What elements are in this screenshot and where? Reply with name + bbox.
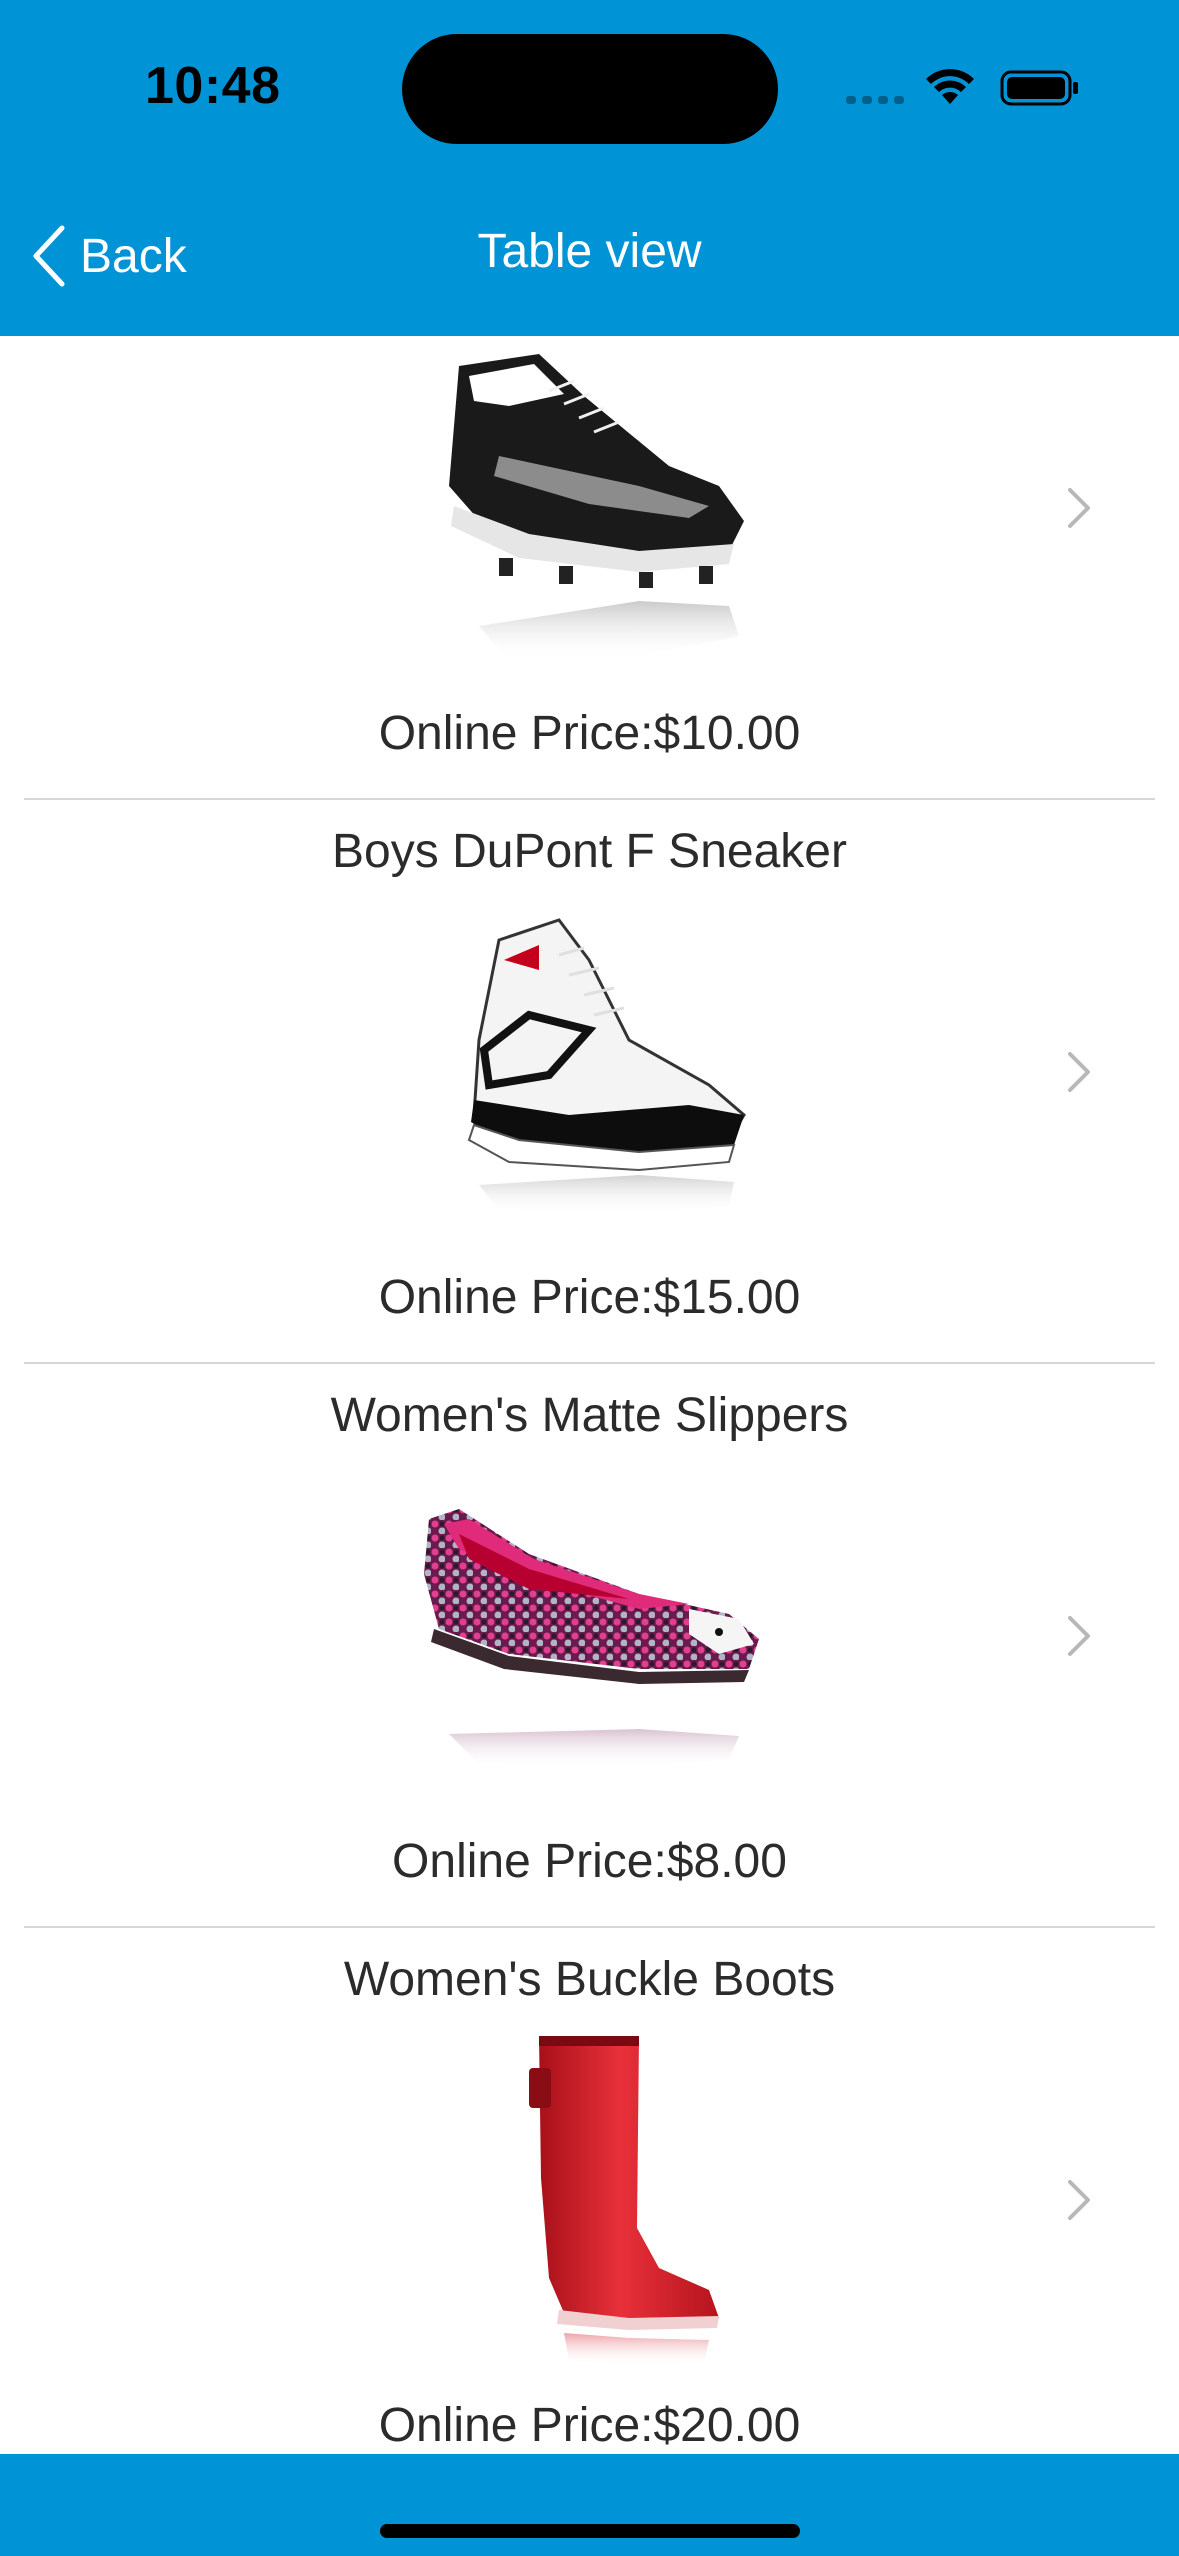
wifi-icon [926, 69, 974, 104]
product-table[interactable]: Online Price:$10.00 Boys DuPont F Sneake… [0, 336, 1179, 2454]
table-row[interactable]: Women's Matte Slippers Online Price:$8.0… [0, 1364, 1179, 1928]
dynamic-island [402, 34, 778, 144]
table-row[interactable]: Women's Buckle Boots Online Price:$20.00 [0, 1928, 1179, 2454]
product-price: Online Price:$10.00 [378, 707, 801, 760]
black-white-cleat-shoe-image [449, 354, 744, 661]
table-row[interactable]: Online Price:$10.00 [0, 336, 1179, 800]
product-price: Online Price:$15.00 [378, 1271, 801, 1324]
chevron-right-icon [1068, 488, 1090, 528]
home-indicator[interactable] [380, 2524, 800, 2538]
product-name: Women's Matte Slippers [330, 1389, 849, 1442]
bottom-bar [0, 2454, 1179, 2556]
chevron-right-icon [1068, 1616, 1090, 1656]
chevron-right-icon [1068, 1052, 1090, 1092]
white-black-high-top-sneaker-image [467, 918, 746, 1215]
product-name: Women's Buckle Boots [343, 1953, 836, 2006]
chevron-right-icon [1068, 2180, 1090, 2220]
product-name: Boys DuPont F Sneaker [332, 825, 847, 878]
navigation-bar: 10:48 Back Table view [0, 0, 1179, 336]
table-row[interactable]: Boys DuPont F Sneaker Online Price:$15.0 [0, 800, 1179, 1364]
battery-icon [1000, 70, 1078, 106]
product-price: Online Price:$8.00 [392, 1835, 787, 1888]
pink-sequin-flat-shoe-image [424, 1509, 759, 1769]
red-rain-boot-image [529, 2036, 719, 2366]
product-price: Online Price:$20.00 [378, 2399, 801, 2452]
page-title: Table view [477, 225, 702, 278]
cellular-signal-icon [846, 96, 904, 104]
status-time: 10:48 [145, 57, 281, 115]
